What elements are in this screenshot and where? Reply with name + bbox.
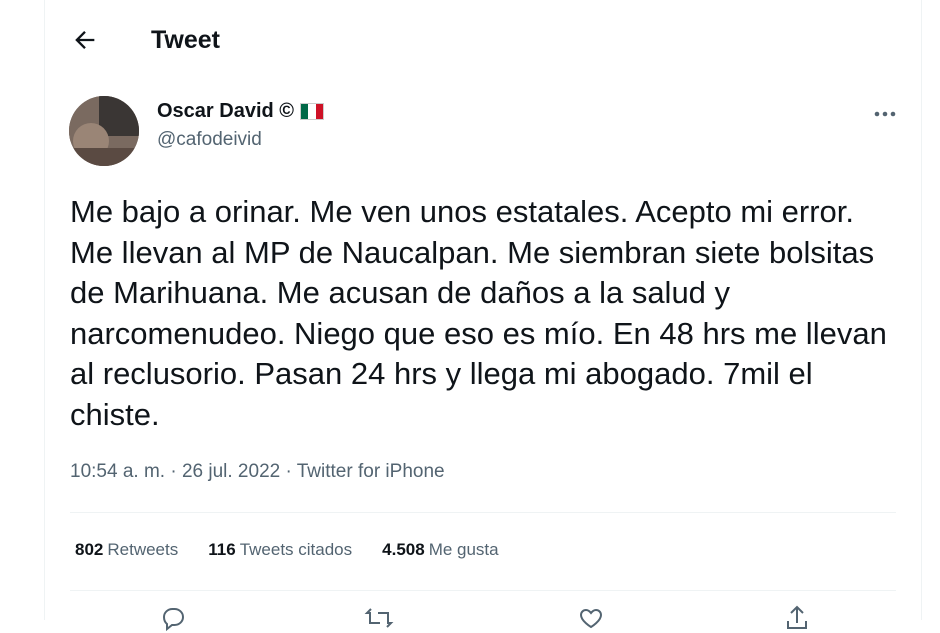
header: Tweet (45, 0, 921, 80)
meta-separator: · (165, 461, 182, 482)
tweet-meta: 10:54 a. m. · 26 jul. 2022 · Twitter for… (70, 461, 445, 483)
tweet-source[interactable]: Twitter for iPhone (297, 461, 445, 482)
likes-stat[interactable]: 4.508 Me gusta (382, 540, 498, 560)
divider (70, 590, 896, 591)
quotes-count: 116 (208, 540, 236, 559)
page-title: Tweet (151, 26, 220, 54)
avatar[interactable] (69, 96, 139, 166)
tweet-date[interactable]: 26 jul. 2022 (182, 461, 280, 482)
avatar-image (69, 96, 139, 166)
share-icon[interactable] (781, 603, 813, 633)
retweets-count: 802 (75, 540, 104, 559)
action-bar (45, 603, 921, 633)
tweet-text: Me bajo a orinar. Me ven unos estatales.… (70, 194, 887, 432)
likes-count: 4.508 (382, 540, 425, 559)
mexico-flag-icon (300, 103, 325, 120)
tweet-time[interactable]: 10:54 a. m. (70, 461, 165, 482)
like-icon[interactable] (575, 603, 607, 633)
quotes-label: Tweets citados (239, 540, 353, 559)
meta-separator: · (280, 461, 297, 482)
likes-label: Me gusta (428, 540, 499, 559)
author-handle[interactable]: @cafodeivid (157, 129, 324, 151)
retweet-icon[interactable] (363, 603, 395, 633)
tweet-stats: 802 Retweets 116 Tweets citados 4.508 Me gu… (75, 540, 499, 560)
author-info: Oscar David © @cafodeivid (157, 100, 325, 151)
author-name-row[interactable]: Oscar David © (157, 100, 325, 123)
back-arrow-icon[interactable] (71, 26, 99, 54)
reply-icon[interactable] (157, 603, 189, 633)
quotes-stat[interactable]: 116 Tweets citados (208, 540, 352, 560)
divider (70, 512, 896, 513)
tweet-card: Tweet Oscar David © @cafodeivid Me bajo … (44, 0, 922, 632)
author-name[interactable]: Oscar David © (157, 100, 294, 123)
more-icon[interactable] (871, 104, 899, 124)
retweets-label: Retweets (107, 540, 179, 559)
retweets-stat[interactable]: 802 Retweets (75, 540, 178, 560)
